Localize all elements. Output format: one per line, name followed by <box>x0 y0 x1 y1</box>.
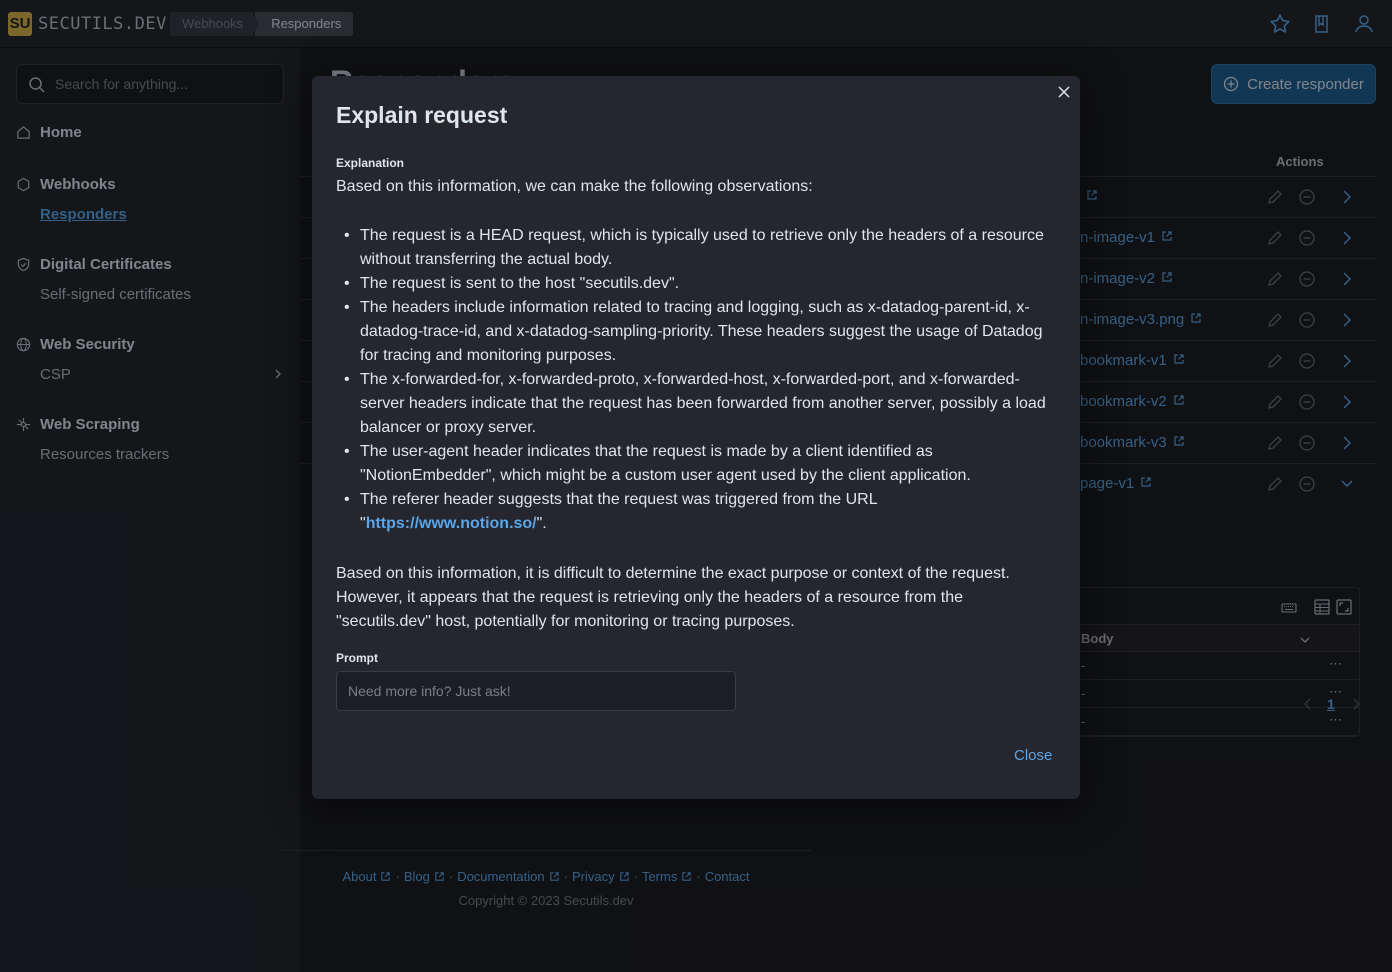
prompt-field[interactable] <box>336 671 736 711</box>
referer-text: The referer header suggests that the req… <box>360 491 878 508</box>
list-item: The x-forwarded-for, x-forwarded-proto, … <box>336 368 1056 440</box>
prompt-label: Prompt <box>336 651 378 665</box>
list-item: The referer header suggests that the req… <box>336 488 1056 536</box>
modal-title: Explain request <box>336 102 508 128</box>
close-icon[interactable] <box>1056 84 1072 100</box>
list-item: The user-agent header indicates that the… <box>336 440 1056 488</box>
explanation-list: The request is a HEAD request, which is … <box>336 224 1056 536</box>
explanation-conclusion: Based on this information, it is difficu… <box>336 565 1010 630</box>
explanation-label: Explanation <box>336 156 405 170</box>
close-button[interactable]: Close <box>1014 747 1052 764</box>
list-item: The request is a HEAD request, which is … <box>336 224 1056 272</box>
list-item: The request is sent to the host "secutil… <box>336 272 1056 296</box>
prompt-input[interactable] <box>348 672 728 710</box>
list-item: The headers include information related … <box>336 296 1056 368</box>
explanation-intro: Based on this information, we can make t… <box>336 178 813 195</box>
referer-link[interactable]: https://www.notion.so/ <box>366 515 537 532</box>
explain-request-modal: Explain request Explanation Based on thi… <box>312 76 1080 799</box>
